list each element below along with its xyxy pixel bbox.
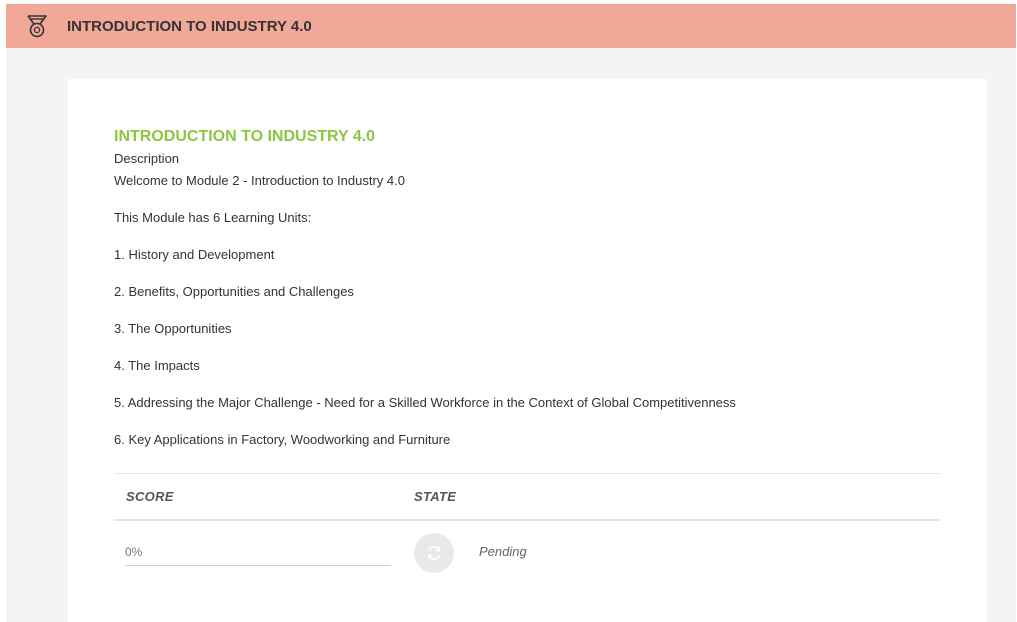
- results-divider-top: [114, 473, 940, 474]
- unit-item: 4. The Impacts: [114, 358, 200, 373]
- state-column-header: STATE: [414, 489, 457, 504]
- score-field: 0%: [125, 543, 391, 566]
- unit-item: 1. History and Development: [114, 247, 275, 262]
- module-title: INTRODUCTION TO INDUSTRY 4.0: [114, 128, 376, 145]
- unit-item: 6. Key Applications in Factory, Woodwork…: [114, 432, 451, 447]
- unit-item: 2. Benefits, Opportunities and Challenge…: [114, 284, 354, 299]
- unit-item: 5. Addressing the Major Challenge - Need…: [114, 395, 736, 410]
- header-bar: INTRODUCTION TO INDUSTRY 4.0: [6, 4, 1016, 48]
- module-content: INTRODUCTION TO INDUSTRY 4.0 Description…: [114, 127, 940, 573]
- medal-icon: [26, 14, 48, 38]
- state-value: Pending: [479, 544, 527, 559]
- unit-item: 3. The Opportunities: [114, 321, 232, 336]
- header-title: INTRODUCTION TO INDUSTRY 4.0: [67, 17, 312, 35]
- description-label: Description: [114, 151, 180, 166]
- refresh-icon[interactable]: [414, 533, 454, 573]
- module-card: INTRODUCTION TO INDUSTRY 4.0 Description…: [68, 79, 987, 622]
- score-column-header: SCORE: [126, 489, 174, 504]
- results-divider: [114, 519, 940, 521]
- units-intro: This Module has 6 Learning Units:: [114, 210, 312, 225]
- welcome-text: Welcome to Module 2 - Introduction to In…: [114, 173, 405, 188]
- page-frame: INTRODUCTION TO INDUSTRY 4.0 INTRODUCTIO…: [6, 4, 1016, 622]
- score-value: 0%: [125, 545, 143, 559]
